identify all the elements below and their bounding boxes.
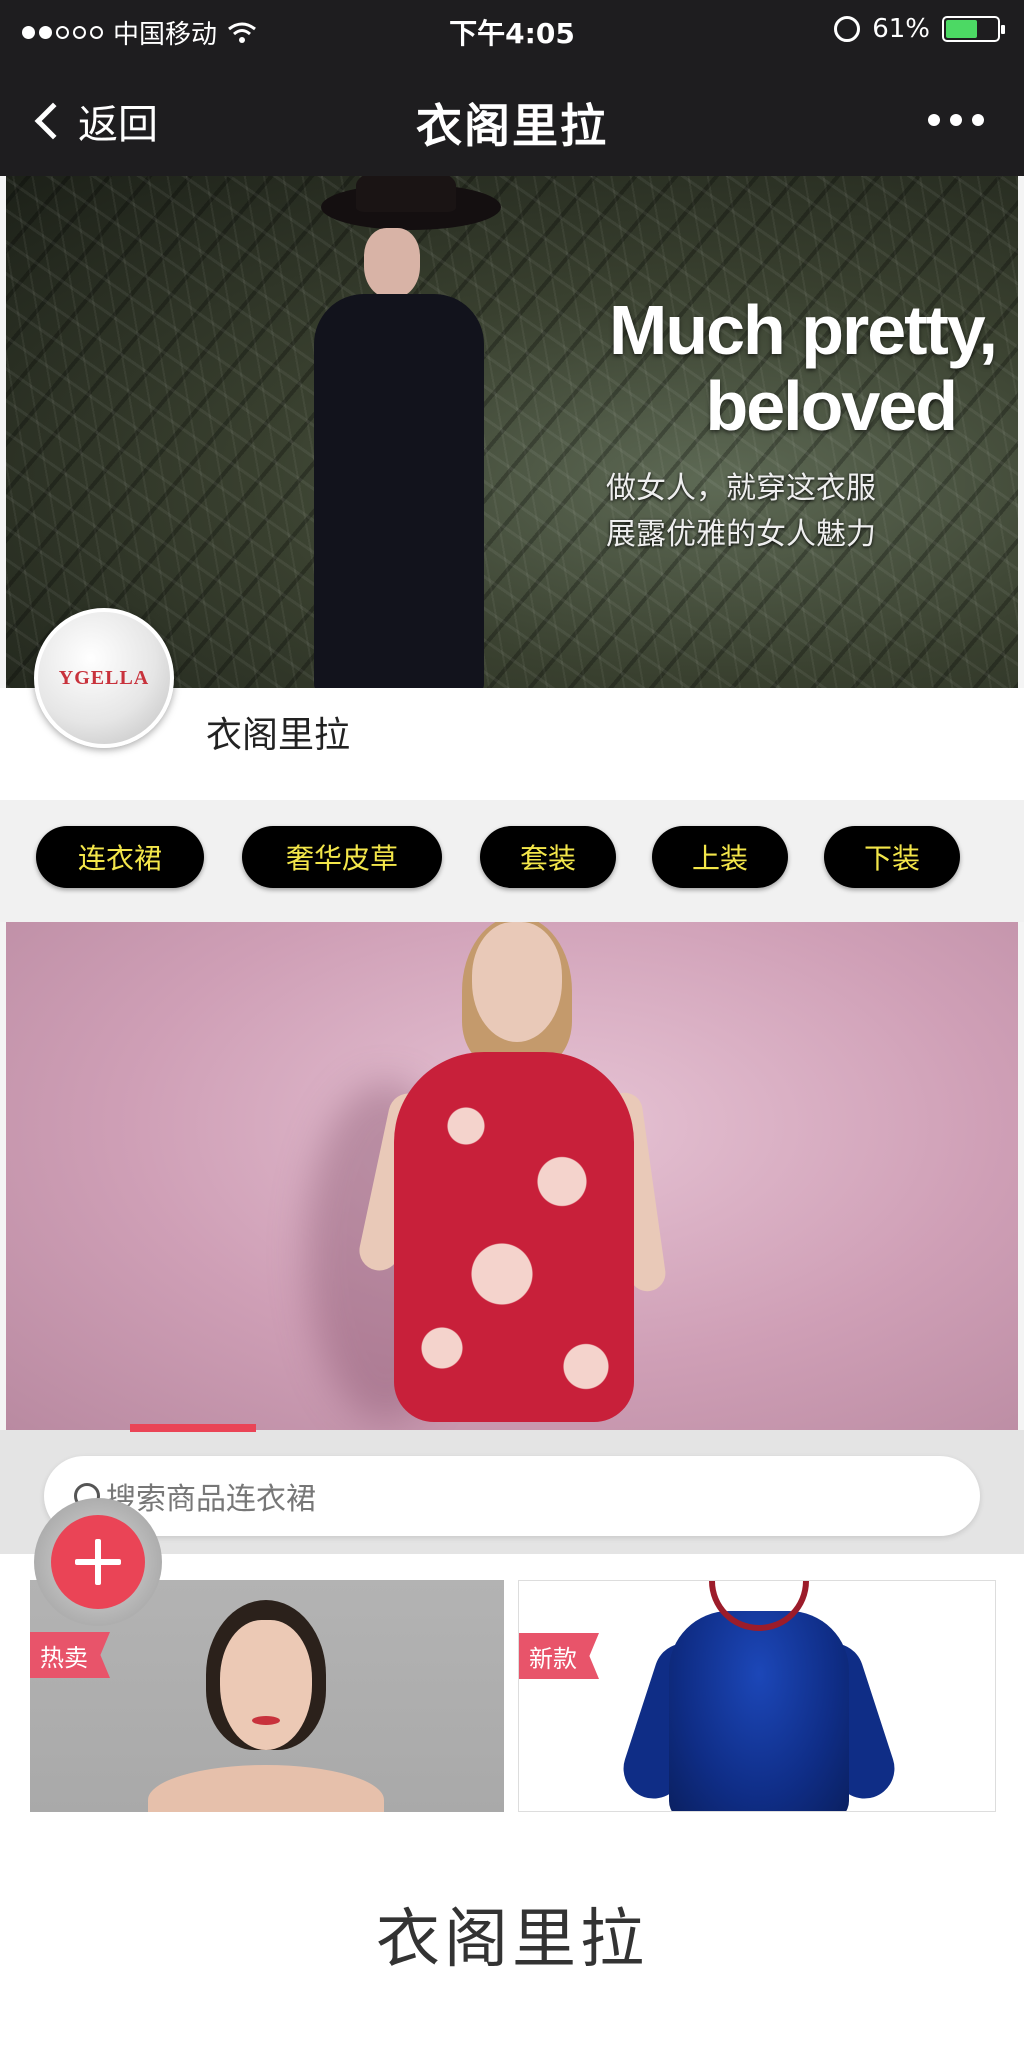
brand-logo-text: YGELLA (58, 666, 150, 689)
nav-bar: 返回 衣阁里拉 (0, 62, 1024, 176)
brand-logo[interactable]: YGELLA (34, 608, 174, 748)
battery-percent: 61% (872, 14, 930, 44)
carousel-indicator (130, 1424, 256, 1432)
category-pill-suits[interactable]: 套装 (480, 826, 616, 888)
status-right: 61% (834, 14, 1005, 44)
add-button[interactable] (34, 1498, 162, 1626)
product-card[interactable]: 新款 (518, 1580, 996, 1812)
battery-fill (946, 20, 977, 38)
hero-headline: Much pretty, beloved (466, 291, 998, 445)
promo-banner[interactable] (6, 922, 1018, 1430)
footer-brand: 衣阁里拉 (376, 1903, 648, 1977)
product-tag: 热卖 (30, 1632, 110, 1678)
plus-icon (51, 1515, 145, 1609)
footer: 衣阁里拉 (0, 1864, 1024, 2052)
hero-headline-line1: Much pretty, (609, 291, 998, 369)
hero-headline-line2: beloved (705, 367, 958, 445)
status-bar: 中国移动 下午4:05 61% (0, 0, 1024, 62)
hero-subtitle-line2: 展露优雅的女人魅力 (606, 517, 876, 552)
category-pill-fur[interactable]: 奢华皮草 (242, 826, 442, 888)
page-title: 衣阁里拉 (416, 99, 608, 153)
hero-subtitle-line1: 做女人，就穿这衣服 (606, 471, 876, 506)
category-pill-tops[interactable]: 上装 (652, 826, 788, 888)
rotation-lock-icon (834, 16, 861, 42)
hero-banner[interactable]: Much pretty, beloved 做女人，就穿这衣服 展露优雅的女人魅力 (6, 176, 1018, 688)
hero-subtitle: 做女人，就穿这衣服 展露优雅的女人魅力 (606, 466, 906, 558)
brand-name: 衣阁里拉 (206, 715, 351, 756)
battery-icon (942, 16, 1005, 42)
category-pill-dresses[interactable]: 连衣裙 (36, 826, 204, 888)
category-pill-bottoms[interactable]: 下装 (824, 826, 960, 888)
product-tag: 新款 (519, 1633, 599, 1679)
search-input[interactable]: 搜索商品连衣裙 (44, 1456, 980, 1536)
promo-dress-image (394, 1052, 634, 1422)
more-dots-icon[interactable] (928, 114, 984, 126)
product-grid: 热卖 新款 (0, 1554, 1024, 1864)
category-bar: 连衣裙 奢华皮草 套装 上装 下装 (0, 800, 1024, 922)
